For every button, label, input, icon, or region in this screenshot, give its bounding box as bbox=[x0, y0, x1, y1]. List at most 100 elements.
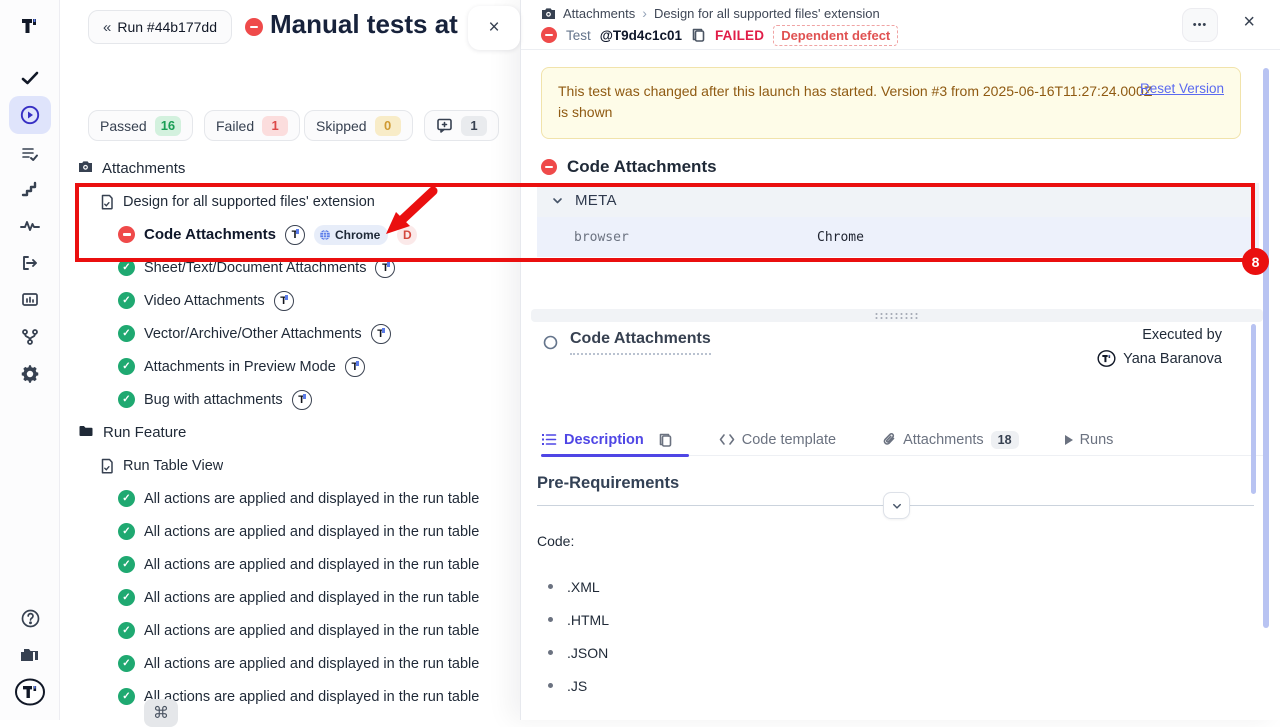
dependent-defect-badge[interactable]: Dependent defect bbox=[773, 25, 898, 46]
filter-comments[interactable]: 1 bbox=[424, 110, 499, 141]
tree-row[interactable]: All actions are applied and displayed in… bbox=[60, 647, 520, 680]
split-drag-handle[interactable] bbox=[531, 309, 1263, 322]
breadcrumb-section[interactable]: Attachments bbox=[563, 6, 635, 21]
check-circle-icon bbox=[118, 688, 135, 705]
tab-description-label: Description bbox=[564, 432, 644, 448]
tree-row[interactable]: All actions are applied and displayed in… bbox=[60, 581, 520, 614]
executed-by-block: Executed by Yana Baranova bbox=[1097, 327, 1222, 368]
suite-label: Run Feature bbox=[103, 424, 186, 441]
comment-plus-icon bbox=[436, 117, 453, 134]
collapse-section-button[interactable] bbox=[883, 492, 910, 519]
test-label: Vector/Archive/Other Attachments bbox=[144, 326, 362, 342]
test-label: Attachments in Preview Mode bbox=[144, 359, 336, 375]
paperclip-icon bbox=[882, 432, 896, 448]
tree-row[interactable]: All actions are applied and displayed in… bbox=[60, 680, 520, 713]
extension-item: .XML bbox=[537, 570, 609, 603]
passed-count-badge: 16 bbox=[155, 116, 181, 136]
attachments-count-badge: 18 bbox=[991, 431, 1019, 449]
copy-description-icon[interactable] bbox=[658, 432, 673, 448]
test-label: Bug with attachments bbox=[144, 392, 283, 408]
tree-row[interactable]: Video Attachments T bbox=[60, 284, 520, 317]
check-circle-icon bbox=[118, 325, 135, 342]
tab-attachments[interactable]: Attachments 18 bbox=[882, 431, 1019, 449]
tree-row[interactable]: Attachments in Preview Mode T bbox=[60, 350, 520, 383]
test-plans-icon[interactable] bbox=[0, 142, 60, 166]
account-avatar-icon[interactable] bbox=[0, 676, 60, 708]
test-id: @T9d4c1c01 bbox=[600, 28, 682, 43]
test-label: All actions are applied and displayed in… bbox=[144, 623, 479, 639]
tree-row[interactable]: Run Table View bbox=[60, 449, 520, 482]
version-alert-message: This test was changed after this launch … bbox=[558, 81, 1158, 123]
annotation-rectangle bbox=[75, 183, 1255, 262]
test-failed-status-icon bbox=[541, 27, 557, 43]
camera-icon bbox=[541, 7, 556, 20]
camera-icon bbox=[78, 160, 93, 177]
test-group-label: Run Table View bbox=[123, 458, 223, 474]
suite-label: Attachments bbox=[102, 160, 185, 177]
user-avatar-icon bbox=[1097, 349, 1116, 368]
tree-row[interactable]: All actions are applied and displayed in… bbox=[60, 482, 520, 515]
subsection-title[interactable]: Code Attachments bbox=[570, 330, 711, 355]
filter-skipped-label: Skipped bbox=[316, 118, 367, 134]
test-label: All actions are applied and displayed in… bbox=[144, 656, 479, 672]
panel-scrollbar[interactable] bbox=[1263, 68, 1269, 628]
tab-runs[interactable]: Runs bbox=[1065, 432, 1114, 448]
bullet-icon bbox=[548, 683, 553, 688]
bullet-icon bbox=[548, 617, 553, 622]
help-icon[interactable] bbox=[0, 606, 60, 630]
settings-gear-icon[interactable] bbox=[0, 361, 60, 387]
testomat-badge-icon: T bbox=[345, 357, 365, 377]
filter-failed[interactable]: Failed 1 bbox=[204, 110, 300, 141]
steps-icon[interactable] bbox=[0, 178, 60, 202]
tests-check-icon[interactable] bbox=[0, 66, 60, 90]
reset-version-link[interactable]: Reset Version bbox=[1140, 81, 1224, 96]
tree-row[interactable]: All actions are applied and displayed in… bbox=[60, 515, 520, 548]
executed-by-name: Yana Baranova bbox=[1123, 351, 1222, 367]
runs-play-icon bbox=[1065, 435, 1073, 445]
tab-description[interactable]: Description bbox=[541, 432, 644, 448]
code-label: Code: bbox=[537, 533, 574, 549]
folder-icon bbox=[78, 424, 94, 442]
filter-passed-label: Passed bbox=[100, 118, 147, 134]
bullet-icon bbox=[548, 650, 553, 655]
report-chart-icon[interactable] bbox=[0, 288, 60, 312]
filter-passed[interactable]: Passed 16 bbox=[88, 110, 193, 141]
pulse-icon[interactable] bbox=[0, 214, 60, 238]
run-failed-status-icon bbox=[245, 18, 263, 36]
close-panel-icon[interactable]: × bbox=[1243, 12, 1255, 32]
executed-by-label: Executed by bbox=[1097, 327, 1222, 343]
breadcrumb-page: Design for all supported files' extensio… bbox=[654, 6, 880, 21]
test-detail-panel: Attachments › Design for all supported f… bbox=[520, 0, 1280, 720]
tree-row[interactable]: All actions are applied and displayed in… bbox=[60, 614, 520, 647]
back-to-run-button[interactable]: « Run #44b177dd bbox=[88, 10, 232, 44]
testomat-logo-icon[interactable] bbox=[0, 12, 60, 40]
doc-check-icon bbox=[100, 458, 114, 474]
testomat-badge-icon: T bbox=[292, 390, 312, 410]
filter-skipped[interactable]: Skipped 0 bbox=[304, 110, 413, 141]
extension-item: .JSON bbox=[537, 636, 609, 669]
close-detail-tab-button[interactable]: × bbox=[468, 6, 520, 50]
test-label: Video Attachments bbox=[144, 293, 265, 309]
filter-failed-label: Failed bbox=[216, 118, 254, 134]
copy-id-icon[interactable] bbox=[691, 27, 706, 43]
extension-list: .XML.HTML.JSON.JS bbox=[537, 570, 609, 702]
projects-folder-icon[interactable] bbox=[0, 643, 60, 667]
branch-icon[interactable] bbox=[0, 325, 60, 349]
more-actions-button[interactable]: ••• bbox=[1182, 8, 1218, 42]
check-circle-icon bbox=[118, 490, 135, 507]
check-circle-icon bbox=[118, 391, 135, 408]
bullet-icon bbox=[548, 584, 553, 589]
tree-row[interactable]: Run Feature bbox=[60, 416, 520, 449]
runs-play-icon[interactable] bbox=[0, 103, 60, 127]
tree-row[interactable]: All actions are applied and displayed in… bbox=[60, 548, 520, 581]
content-scrollbar[interactable] bbox=[1251, 324, 1256, 494]
tree-row[interactable]: Bug with attachments T bbox=[60, 383, 520, 416]
tab-code-template-label: Code template bbox=[742, 432, 836, 448]
tab-code-template[interactable]: Code template bbox=[719, 432, 836, 448]
check-circle-icon bbox=[118, 655, 135, 672]
testomat-badge-icon: T bbox=[274, 291, 294, 311]
import-icon[interactable] bbox=[0, 251, 60, 275]
tree-row[interactable]: Vector/Archive/Other AttachmentsT bbox=[60, 317, 520, 350]
tree-row[interactable]: Attachments bbox=[60, 152, 520, 185]
extension-item: .HTML bbox=[537, 603, 609, 636]
